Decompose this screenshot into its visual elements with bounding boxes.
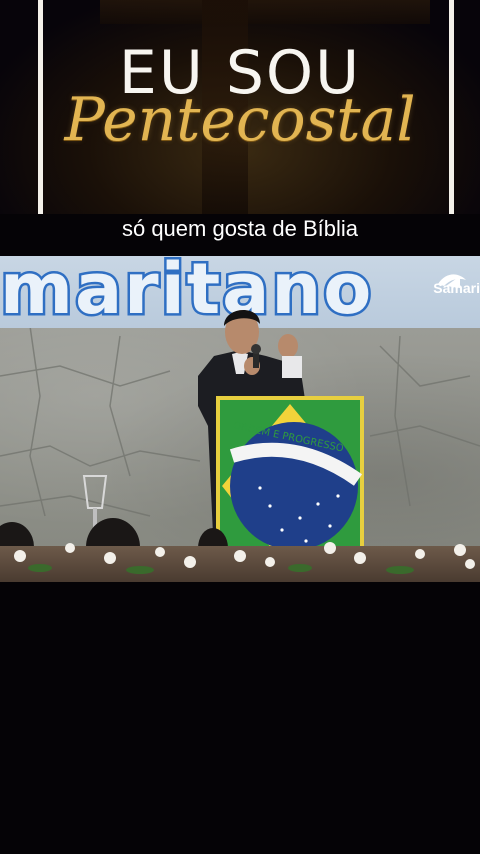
empty-dark-area	[0, 582, 480, 854]
cross-silhouette-horizontal	[100, 0, 430, 24]
pulpit-with-brazil-flag	[216, 396, 364, 582]
banner-title-line2: Pentecostal	[64, 85, 416, 155]
video-frame[interactable]: maritano Samari ORDEM E PROGRESSO	[0, 256, 480, 582]
title-banner: EU SOU Pentecostal	[0, 0, 480, 214]
video-caption: só quem gosta de Bíblia	[121, 216, 359, 241]
flower-arrangement	[14, 542, 475, 574]
